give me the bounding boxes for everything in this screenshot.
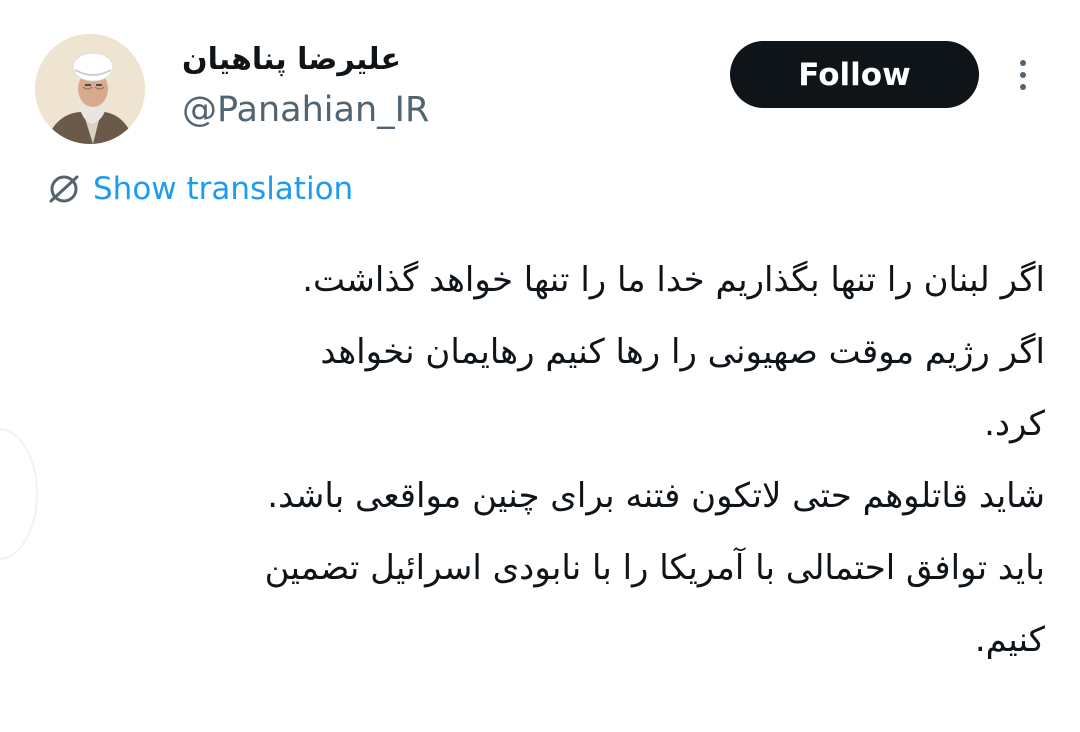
tweet-line: باید توافق احتمالی با آمریکا را با نابود…	[264, 548, 1045, 588]
tweet-line: کرد.	[984, 404, 1045, 444]
display-name[interactable]: علیرضا پناهیان	[182, 40, 401, 80]
more-options-button[interactable]	[1008, 52, 1038, 98]
tweet-line: شاید قاتلوهم حتی لاتکون فتنه برای چنین م…	[267, 476, 1045, 516]
tweet-line: اگر رژیم موقت صهیونی را رها کنیم رهایمان…	[320, 332, 1045, 372]
user-handle[interactable]: @Panahian_IR	[182, 88, 429, 132]
scroll-edge-decoration	[0, 428, 38, 560]
tweet-text: اگر لبنان را تنها بگذاریم خدا ما را تنها…	[40, 244, 1045, 676]
tweet-card: علیرضا پناهیان @Panahian_IR Follow Show …	[0, 0, 1080, 732]
tweet-line: کنیم.	[974, 620, 1045, 660]
show-translation-label: Show translation	[93, 171, 354, 207]
globe-icon	[49, 175, 79, 203]
avatar[interactable]	[35, 34, 145, 144]
profile-photo-icon	[35, 34, 145, 144]
more-vertical-icon-dot	[1020, 72, 1026, 78]
more-vertical-icon	[1020, 60, 1026, 66]
show-translation-link[interactable]: Show translation	[45, 168, 353, 210]
follow-button[interactable]: Follow	[730, 41, 979, 108]
tweet-line: اگر لبنان را تنها بگذاریم خدا ما را تنها…	[302, 260, 1045, 300]
more-vertical-icon-dot	[1020, 84, 1026, 90]
